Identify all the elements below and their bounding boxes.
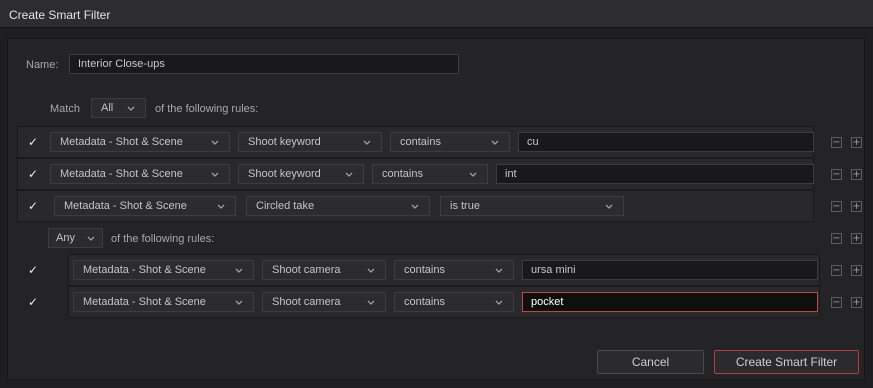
nested-match-value: Any	[56, 232, 75, 244]
rule-field-value: Circled take	[256, 200, 315, 212]
add-rule-button[interactable]: +	[851, 201, 862, 212]
rule-value-field[interactable]: cu	[518, 132, 814, 152]
chevron-down-icon	[235, 268, 243, 273]
name-field[interactable]: Interior Close-ups	[69, 54, 459, 74]
chevron-down-icon	[127, 106, 135, 111]
chevron-down-icon	[495, 268, 503, 273]
chevron-down-icon	[211, 140, 219, 145]
nested-match-suffix-label: of the following rules:	[111, 233, 215, 245]
nested-rule-category-dropdown[interactable]: Metadata - Shot & Scene	[73, 292, 254, 312]
nested-rule-checkbox[interactable]: ✓	[27, 296, 39, 308]
rule-field-dropdown[interactable]: Shoot keyword	[238, 132, 382, 152]
add-group-rule-button[interactable]: +	[851, 233, 862, 244]
remove-rule-button[interactable]: −	[831, 265, 842, 276]
chevron-down-icon	[217, 204, 225, 209]
dialog-title: Create Smart Filter	[9, 8, 111, 22]
cancel-button[interactable]: Cancel	[597, 350, 704, 374]
chevron-down-icon	[605, 204, 613, 209]
nested-rule-field-dropdown[interactable]: Shoot camera	[262, 292, 386, 312]
chevron-down-icon	[363, 140, 371, 145]
rule-checkbox[interactable]: ✓	[27, 168, 39, 180]
rule-operator-value: contains	[382, 168, 423, 180]
rule-value-field[interactable]: int	[496, 164, 814, 184]
chevron-down-icon	[495, 300, 503, 305]
remove-group-button[interactable]: −	[831, 233, 842, 244]
nested-match-dropdown[interactable]: Any	[48, 228, 103, 248]
rule-operator-value: is true	[450, 200, 480, 212]
rule-operator-dropdown[interactable]: is true	[440, 196, 624, 216]
chevron-down-icon	[367, 268, 375, 273]
chevron-down-icon	[469, 172, 477, 177]
rule-category-value: Metadata - Shot & Scene	[60, 136, 183, 148]
rule-category-value: Metadata - Shot & Scene	[60, 168, 183, 180]
chevron-down-icon	[491, 140, 499, 145]
nested-rule-field-value: Shoot camera	[272, 296, 341, 308]
add-rule-button[interactable]: +	[851, 265, 862, 276]
match-suffix-label: of the following rules:	[155, 103, 259, 115]
rule-category-dropdown[interactable]: Metadata - Shot & Scene	[50, 164, 230, 184]
add-rule-button[interactable]: +	[851, 169, 862, 180]
match-mode-value: All	[101, 102, 114, 114]
nested-rule-field-value: Shoot camera	[272, 264, 341, 276]
dialog-titlebar: Create Smart Filter	[0, 0, 873, 28]
rule-field-dropdown[interactable]: Circled take	[246, 196, 430, 216]
nested-rule-value-field[interactable]: ursa mini	[522, 260, 818, 280]
nested-rule-category-value: Metadata - Shot & Scene	[83, 264, 206, 276]
match-mode-dropdown[interactable]: All	[91, 98, 146, 118]
nested-rule-operator-value: contains	[404, 264, 445, 276]
nested-rule-operator-value: contains	[404, 296, 445, 308]
rule-field-value: Shoot keyword	[248, 136, 321, 148]
rule-field-dropdown[interactable]: Shoot keyword	[238, 164, 364, 184]
rule-category-dropdown[interactable]: Metadata - Shot & Scene	[50, 132, 230, 152]
nested-rule-category-value: Metadata - Shot & Scene	[83, 296, 206, 308]
add-rule-button[interactable]: +	[851, 297, 862, 308]
rule-category-value: Metadata - Shot & Scene	[64, 200, 187, 212]
create-smart-filter-button[interactable]: Create Smart Filter	[714, 350, 859, 374]
chevron-down-icon	[411, 204, 419, 209]
chevron-down-icon	[211, 172, 219, 177]
remove-rule-button[interactable]: −	[831, 297, 842, 308]
rule-operator-dropdown[interactable]: contains	[372, 164, 488, 184]
remove-rule-button[interactable]: −	[831, 137, 842, 148]
remove-rule-button[interactable]: −	[831, 201, 842, 212]
chevron-down-icon	[367, 300, 375, 305]
rule-checkbox[interactable]: ✓	[27, 136, 39, 148]
nested-rule-value-field[interactable]: pocket	[522, 292, 818, 312]
rule-operator-value: contains	[400, 136, 441, 148]
add-rule-button[interactable]: +	[851, 137, 862, 148]
nested-rule-category-dropdown[interactable]: Metadata - Shot & Scene	[73, 260, 254, 280]
chevron-down-icon	[235, 300, 243, 305]
remove-rule-button[interactable]: −	[831, 169, 842, 180]
nested-rule-field-dropdown[interactable]: Shoot camera	[262, 260, 386, 280]
nested-rule-operator-dropdown[interactable]: contains	[394, 292, 514, 312]
rule-field-value: Shoot keyword	[248, 168, 321, 180]
name-label: Name:	[26, 59, 59, 71]
nested-rule-checkbox[interactable]: ✓	[27, 264, 39, 276]
chevron-down-icon	[345, 172, 353, 177]
rule-checkbox[interactable]: ✓	[27, 200, 39, 212]
rule-operator-dropdown[interactable]: contains	[390, 132, 510, 152]
match-prefix-label: Match	[50, 103, 80, 115]
rule-category-dropdown[interactable]: Metadata - Shot & Scene	[54, 196, 236, 216]
nested-rule-operator-dropdown[interactable]: contains	[394, 260, 514, 280]
chevron-down-icon	[87, 236, 95, 241]
